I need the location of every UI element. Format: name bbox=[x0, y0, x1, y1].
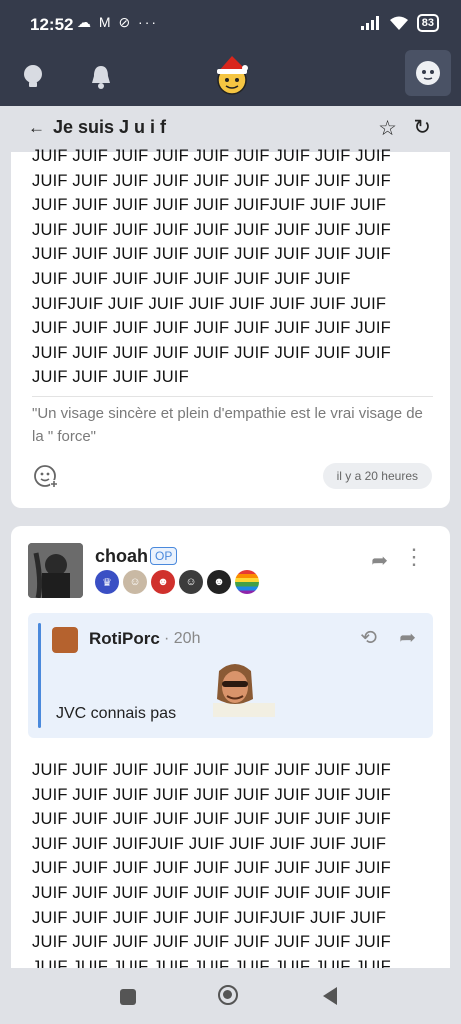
top-navigation bbox=[0, 48, 461, 106]
user-badges: ♛ ☺ ☻ ☺ ☻ bbox=[95, 570, 259, 594]
face-badge-icon: ☻ bbox=[207, 570, 231, 594]
lightbulb-icon[interactable] bbox=[16, 60, 50, 94]
post-body: JUIF JUIF JUIF JUIF JUIF JUIF JUIF JUIF … bbox=[32, 761, 391, 976]
add-reaction-icon[interactable] bbox=[33, 463, 59, 489]
bell-icon[interactable] bbox=[84, 60, 118, 94]
status-right: 83 bbox=[360, 14, 439, 32]
clown-badge-icon: ☻ bbox=[151, 570, 175, 594]
post-timestamp: il y a 20 heures bbox=[322, 463, 432, 489]
profile-face-icon bbox=[416, 61, 440, 85]
system-navigation-bar bbox=[0, 968, 461, 1024]
quote-time: · 20h bbox=[164, 630, 201, 647]
rainbow-badge-icon bbox=[235, 570, 259, 594]
quoted-message: RotiPorc · 20h ⟲ ➦ JVC connais pas bbox=[28, 613, 433, 738]
user-avatar-button[interactable] bbox=[405, 50, 451, 96]
post-body: JUIF JUIF JUIF JUIF JUIF JUIF JUIF JUIF … bbox=[32, 147, 391, 387]
portrait-badge-icon: ☺ bbox=[123, 570, 147, 594]
op-badge: OP bbox=[150, 547, 178, 565]
quote-bar bbox=[38, 623, 41, 728]
share-icon[interactable]: ➦ bbox=[399, 625, 416, 650]
sticker-image bbox=[205, 659, 277, 719]
quote-author[interactable]: RotiPorc bbox=[89, 629, 160, 649]
refresh-icon[interactable]: ↻ bbox=[413, 115, 431, 140]
history-icon[interactable]: ⟲ bbox=[360, 625, 377, 650]
status-time: 12:52 bbox=[30, 15, 74, 34]
avatar[interactable] bbox=[28, 543, 83, 598]
recent-apps-button[interactable] bbox=[120, 989, 136, 1005]
battery-indicator: 83 bbox=[416, 14, 439, 32]
back-arrow-icon[interactable]: ← bbox=[28, 118, 45, 138]
signature-divider bbox=[32, 396, 433, 397]
post-signature: "Un visage sincère et plein d'empathie e… bbox=[32, 405, 423, 445]
notification-icons: ☁ M ⊘ ··· bbox=[77, 14, 159, 30]
site-logo[interactable] bbox=[212, 54, 252, 98]
crown-badge-icon: ♛ bbox=[95, 570, 119, 594]
post-card: JUIF JUIF JUIF JUIF JUIF JUIF JUIF JUIF … bbox=[11, 147, 450, 508]
status-bar: 12:52 ☁ M ⊘ ··· 83 bbox=[0, 0, 461, 48]
wifi-icon bbox=[389, 16, 408, 30]
signal-icon bbox=[360, 16, 379, 30]
favorite-star-icon[interactable]: ☆ bbox=[378, 116, 397, 141]
quote-text: JVC connais pas bbox=[56, 705, 177, 722]
person-badge-icon: ☺ bbox=[179, 570, 203, 594]
post-card: choah OP ♛ ☺ ☻ ☺ ☻ ➦ ⋮ RotiPorc · 20h ⟲ … bbox=[11, 526, 450, 986]
back-button[interactable] bbox=[323, 987, 337, 1005]
topic-title: Je suis J u i f bbox=[53, 117, 167, 137]
home-button[interactable] bbox=[218, 985, 238, 1005]
avatar[interactable] bbox=[52, 627, 78, 653]
share-icon[interactable]: ➦ bbox=[371, 548, 388, 573]
post-author[interactable]: choah bbox=[95, 546, 148, 567]
more-options-icon[interactable]: ⋮ bbox=[403, 544, 425, 570]
